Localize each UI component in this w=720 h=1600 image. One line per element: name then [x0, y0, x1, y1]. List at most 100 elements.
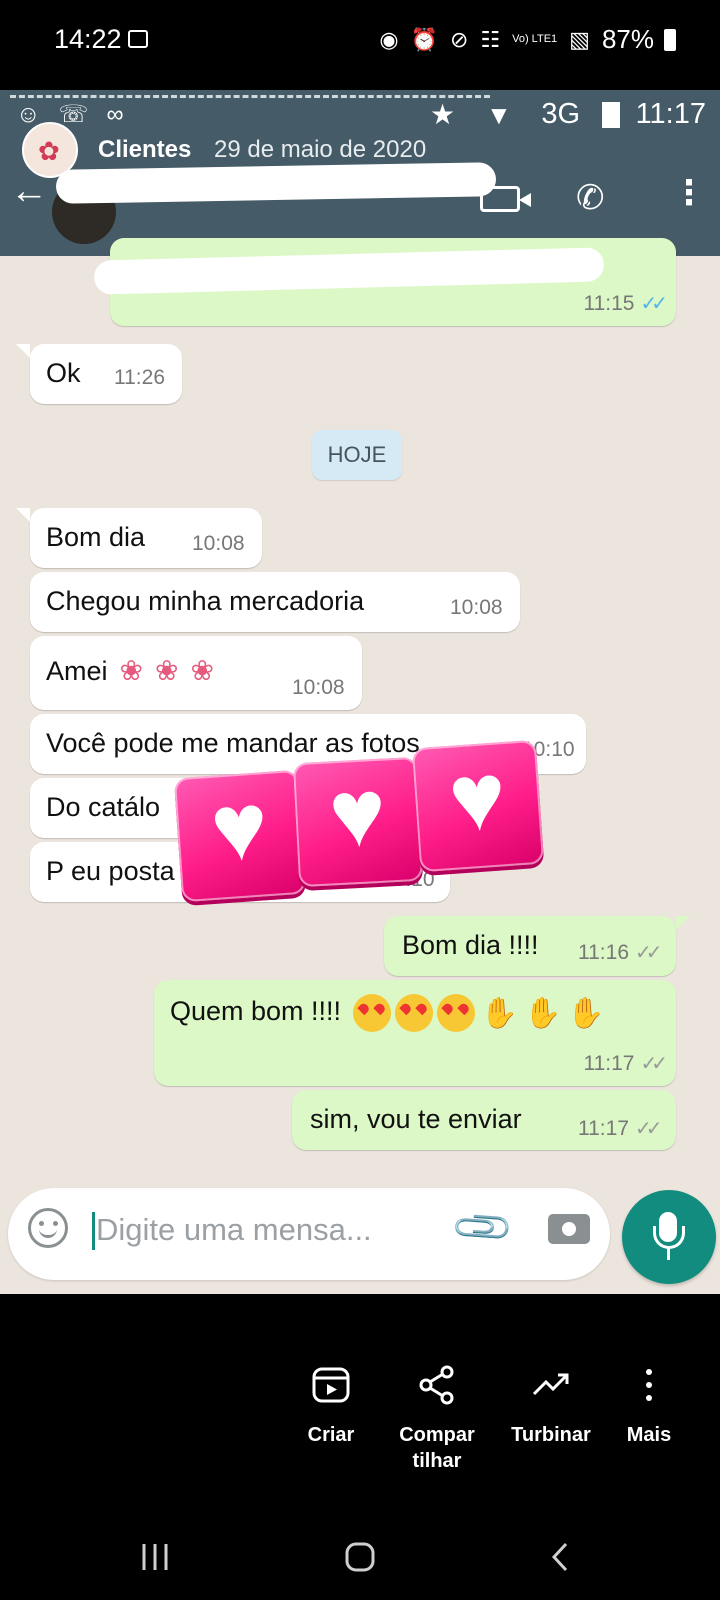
delivered-ticks-icon: ✓✓ [640, 1053, 667, 1075]
status-icons: ◉ ⏰ ⊘ ☷ Vo) LTE1 ▧ 87% [379, 24, 654, 55]
message-text: Ok [46, 358, 81, 388]
notification-icons: ☺☏∞ [16, 101, 142, 128]
date-chip: HOJE [312, 430, 402, 480]
phone-status-bar: 14:22 ◉ ⏰ ⊘ ☷ Vo) LTE1 ▧ 87% [0, 0, 720, 82]
message-meta: 11:16 ✓✓ [578, 940, 662, 965]
message-bubble-incoming[interactable]: Bom dia 10:08 [30, 508, 262, 568]
message-time: 10:08 [192, 532, 245, 555]
back-arrow-icon[interactable]: ← [10, 172, 48, 210]
image-notification-icon [128, 30, 148, 48]
battery-icon [664, 29, 676, 51]
source-avatar[interactable]: ✿ [22, 122, 78, 178]
message-meta: 11:17 ✓✓ [583, 1051, 667, 1076]
message-time: 11:16 [578, 941, 629, 964]
clapping-emoji-icon: ✋ [523, 996, 562, 1030]
tulip-emoji-icon: ❀ [119, 655, 143, 686]
voice-call-icon[interactable]: ✆ [576, 178, 605, 218]
status-time: 14:22 [54, 24, 122, 54]
inner-status-time: 11:17 [635, 98, 706, 130]
trend-icon [532, 1373, 569, 1396]
heart-icon: ♥ [445, 742, 510, 853]
network-label: Vo) LTE1 [512, 33, 558, 45]
boost-button[interactable]: Turbinar [496, 1364, 606, 1448]
delivered-ticks-icon: ✓✓ [635, 1118, 662, 1140]
message-text: Amei [46, 656, 108, 686]
message-time: 10:08 [450, 596, 503, 619]
message-bubble-outgoing[interactable]: Quem bom !!!! ✋ ✋ ✋ 11:17 ✓✓ [154, 980, 676, 1086]
message-text: Chegou minha mercadoria [46, 586, 365, 616]
tulip-emoji-icon: ❀ [154, 655, 179, 686]
share-icon [419, 1365, 454, 1405]
star-icon: ★ [430, 99, 456, 130]
message-content: Amei ❀ ❀ ❀ [46, 654, 214, 687]
heart-eyes-emoji-icon [394, 994, 433, 1032]
back-icon[interactable] [548, 1540, 572, 1574]
reel-icon [312, 1367, 350, 1403]
read-ticks-icon: ✓✓ [640, 293, 667, 315]
clapping-emoji-icon: ✋ [567, 996, 605, 1030]
message-time: 11:17 [578, 1117, 629, 1140]
signal-icon: ▧ [569, 26, 590, 52]
bubble-tail [16, 508, 30, 522]
home-icon[interactable] [344, 1540, 376, 1574]
more-vert-icon [646, 1369, 652, 1401]
network-type: 3G [541, 98, 580, 130]
heart-sticker[interactable]: ♥ [292, 756, 424, 888]
wifi-icon: ☷ [480, 26, 501, 52]
camera-icon[interactable] [548, 1214, 590, 1244]
bubble-tail [16, 344, 30, 358]
heart-sticker[interactable]: ♥ [173, 769, 307, 903]
more-label: Mais [626, 1424, 672, 1446]
wifi-icon: ▼ [486, 100, 512, 130]
heart-icon: ♥ [207, 772, 272, 883]
message-input[interactable] [96, 1202, 436, 1258]
message-text: Bom dia [46, 522, 146, 552]
source-date: 29 de maio de 2020 [214, 136, 427, 163]
message-time: 10:08 [292, 676, 345, 699]
recents-icon[interactable] [140, 1540, 170, 1574]
clapping-emoji-icon: ✋ [480, 996, 518, 1030]
video-call-icon[interactable] [480, 186, 531, 212]
message-bubble-incoming[interactable]: Ok 11:26 [30, 344, 182, 404]
mic-leg [667, 1248, 670, 1260]
heart-eyes-emoji-icon [436, 994, 475, 1032]
heart-eyes-emoji-icon [352, 994, 391, 1032]
message-content: Quem bom !!!! ✋ ✋ ✋ [170, 994, 605, 1032]
message-text: Você pode me mandar as fotos [46, 728, 420, 758]
boost-label: Turbinar [511, 1424, 591, 1446]
message-bubble-outgoing[interactable]: Bom dia !!!! 11:16 ✓✓ [384, 916, 676, 976]
tulip-emoji-icon: ❀ [190, 655, 214, 686]
message-time: 11:15 [583, 292, 635, 315]
heart-sticker[interactable]: ♥ [411, 739, 545, 873]
message-time: 11:26 [114, 366, 165, 389]
more-button[interactable]: Mais [594, 1364, 704, 1448]
source-name[interactable]: Clientes [98, 136, 191, 164]
chat-screenshot: ☺☏∞ ★ ▼ 3G 11:17 ← ✆ ⋮ ✿ Clientes 29 de … [0, 90, 720, 1294]
battery-percent: 87% [601, 24, 654, 54]
message-bubble-incoming[interactable]: Chegou minha mercadoria 10:08 [30, 572, 520, 632]
mute-icon: ⊘ [449, 26, 469, 52]
mic-button[interactable] [622, 1190, 716, 1284]
create-button[interactable]: Criar [276, 1364, 386, 1448]
message-meta: 11:15 ✓✓ [583, 291, 667, 316]
alarm-icon: ⏰ [410, 26, 438, 52]
delivered-ticks-icon: ✓✓ [635, 942, 662, 964]
message-text: sim, vou te enviar [310, 1104, 522, 1134]
flower-icon: ✿ [38, 136, 60, 166]
share-label: Compar tilhar [399, 1424, 475, 1472]
message-text: Bom dia !!!! [402, 930, 539, 960]
emoji-icon[interactable] [28, 1208, 68, 1248]
mic-stand [653, 1226, 685, 1249]
more-vert-icon[interactable]: ⋮ [672, 176, 706, 210]
share-button[interactable]: Compar tilhar [382, 1364, 492, 1474]
text-cursor [92, 1212, 95, 1250]
battery-icon [602, 102, 620, 128]
message-text: Do catálo [46, 792, 161, 822]
message-time: 11:17 [583, 1052, 635, 1075]
bubble-tail [676, 916, 690, 930]
message-meta: 11:17 ✓✓ [578, 1116, 662, 1141]
message-bubble-outgoing[interactable]: sim, vou te enviar 11:17 ✓✓ [292, 1090, 676, 1150]
lock-icon: ◉ [379, 26, 399, 52]
message-text: P eu posta [46, 856, 175, 886]
message-bubble-incoming[interactable]: Amei ❀ ❀ ❀ 10:08 [30, 636, 362, 710]
